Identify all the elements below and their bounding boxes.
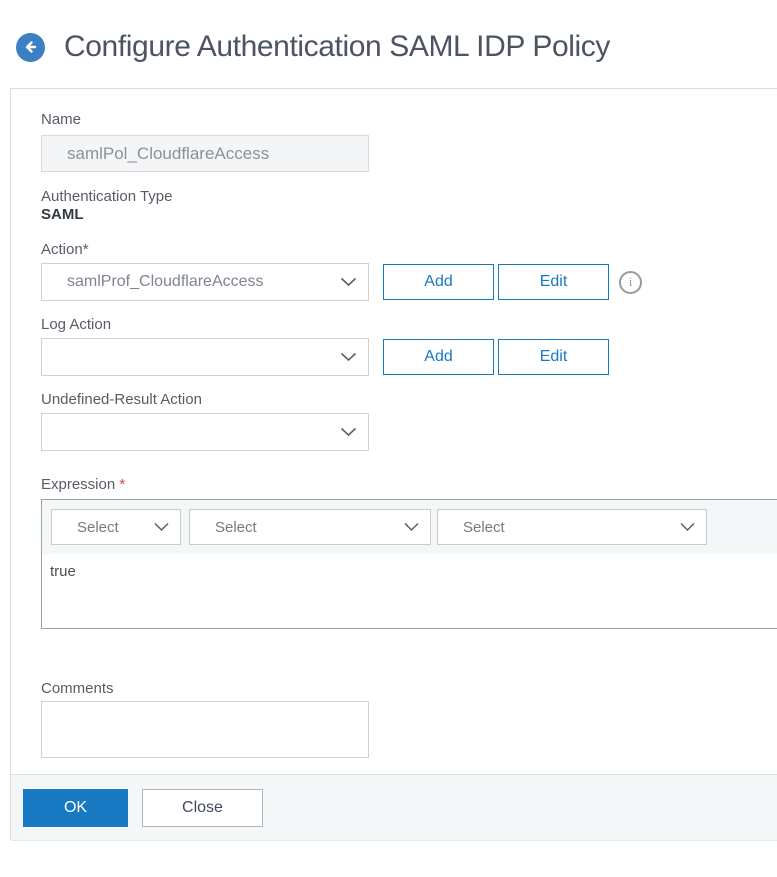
name-input[interactable] xyxy=(41,135,369,172)
expression-label: Expression * xyxy=(41,476,126,493)
expression-textarea[interactable]: true xyxy=(42,554,777,628)
action-field-group: Action* samlProf_CloudflareAccess Add Ed… xyxy=(41,241,777,301)
chevron-down-icon xyxy=(340,352,357,362)
chevron-down-icon xyxy=(680,522,695,532)
name-field-group: Name xyxy=(41,111,777,172)
expression-select-2[interactable]: Select xyxy=(189,509,431,545)
config-form-panel: Name Authentication Type SAML Action* sa… xyxy=(10,88,777,841)
form-footer: OK Close xyxy=(11,774,777,841)
expression-select-3-value: Select xyxy=(463,518,505,536)
ok-button[interactable]: OK xyxy=(23,788,128,827)
log-action-field-group: Log Action Add Edit xyxy=(41,316,777,376)
chevron-down-icon xyxy=(340,277,357,287)
info-icon[interactable]: i xyxy=(619,270,642,294)
auth-type-group: Authentication Type SAML xyxy=(41,188,777,223)
comments-label: Comments xyxy=(41,680,114,697)
page-title: Configure Authentication SAML IDP Policy xyxy=(64,30,610,63)
log-action-add-button[interactable]: Add xyxy=(383,339,494,375)
expression-select-3[interactable]: Select xyxy=(437,509,707,545)
chevron-down-icon xyxy=(404,522,419,532)
log-action-edit-button[interactable]: Edit xyxy=(498,339,609,375)
back-button[interactable] xyxy=(16,32,45,62)
undefined-action-select[interactable] xyxy=(41,413,369,451)
comments-field-group: Comments xyxy=(41,680,777,763)
action-edit-button[interactable]: Edit xyxy=(498,264,609,300)
action-select[interactable]: samlProf_CloudflareAccess xyxy=(41,263,369,301)
log-action-label: Log Action xyxy=(41,316,112,333)
chevron-down-icon xyxy=(340,427,357,437)
log-action-select[interactable] xyxy=(41,338,369,376)
arrow-left-icon xyxy=(23,40,38,54)
chevron-down-icon xyxy=(154,522,169,532)
name-label: Name xyxy=(41,111,82,128)
expression-select-1[interactable]: Select xyxy=(51,509,181,545)
undefined-action-label: Undefined-Result Action xyxy=(41,391,202,408)
action-add-button[interactable]: Add xyxy=(383,264,494,300)
expression-builder-toolbar: Select Select Select xyxy=(42,500,777,554)
close-button[interactable]: Close xyxy=(142,788,263,827)
auth-type-label: Authentication Type xyxy=(41,188,173,205)
page-header: Configure Authentication SAML IDP Policy xyxy=(16,30,610,64)
expression-select-2-value: Select xyxy=(215,518,257,536)
action-select-value: samlProf_CloudflareAccess xyxy=(67,273,264,290)
auth-type-value: SAML xyxy=(41,206,84,223)
expression-field-group: Expression * Select Select Select true xyxy=(41,476,777,629)
expression-select-1-value: Select xyxy=(77,518,119,536)
action-label: Action* xyxy=(41,241,89,258)
comments-textarea[interactable] xyxy=(41,701,369,758)
required-asterisk: * xyxy=(119,476,126,493)
expression-builder: Select Select Select true xyxy=(41,499,777,629)
undefined-action-field-group: Undefined-Result Action xyxy=(41,391,777,451)
